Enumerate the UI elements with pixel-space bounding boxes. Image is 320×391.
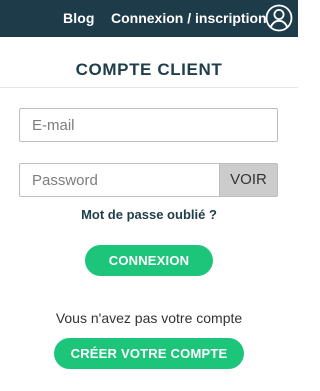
title-divider [0, 87, 298, 88]
nav-link-login-signup[interactable]: Connexion / inscription [111, 10, 267, 26]
forgot-password-link[interactable]: Mot de passe oublié ? [0, 207, 298, 222]
user-icon-graphic [265, 4, 293, 32]
show-password-button[interactable]: VOIR [219, 163, 278, 197]
page-title: COMPTE CLIENT [75, 60, 223, 79]
top-navigation-bar: Blog Connexion / inscription [0, 0, 298, 37]
create-account-button[interactable]: CRÉER VOTRE COMPTE [54, 338, 244, 369]
login-button[interactable]: CONNEXION [85, 245, 213, 276]
user-icon[interactable] [265, 4, 293, 32]
password-field[interactable] [19, 163, 219, 197]
nav-link-blog[interactable]: Blog [63, 10, 95, 26]
email-field[interactable] [19, 108, 278, 142]
no-account-text: Vous n'avez pas votre compte [55, 310, 243, 326]
